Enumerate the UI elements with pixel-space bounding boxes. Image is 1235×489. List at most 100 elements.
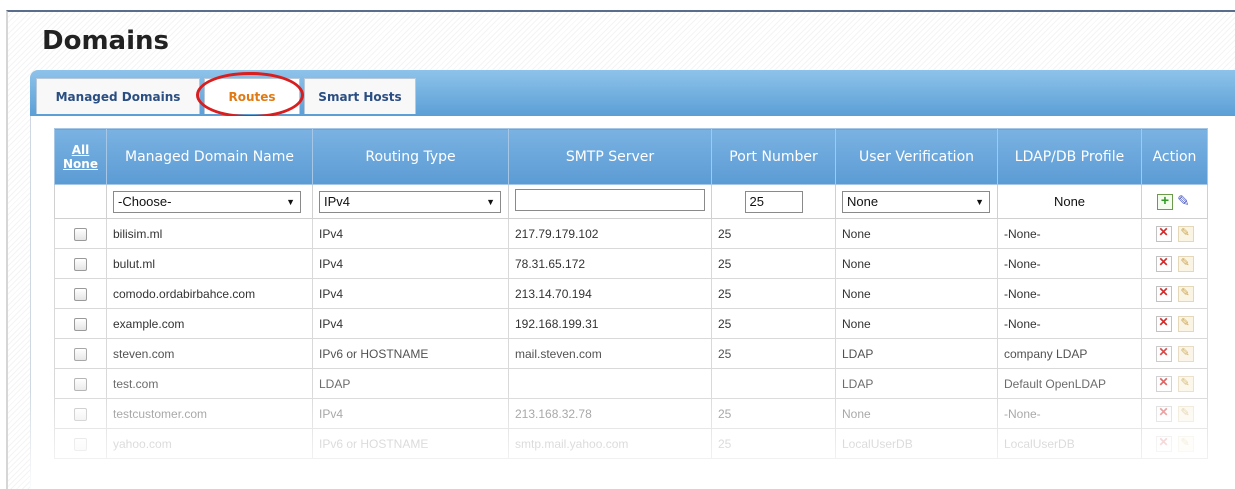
ldap-profile-cell: Default OpenLDAP [997,368,1142,399]
port-cell: 25 [711,338,836,369]
row-action-cell [1141,338,1208,369]
delete-icon[interactable] [1155,375,1172,392]
row-checkbox[interactable] [74,377,87,391]
port-cell: 25 [711,278,836,309]
delete-icon[interactable] [1155,435,1172,452]
column-header-ldap-profile[interactable]: LDAP/DB Profile [997,128,1142,185]
column-header-smtp-server[interactable]: SMTP Server [508,128,712,185]
domain-cell: comodo.ordabirbahce.com [106,278,313,309]
smtp-server-cell: 213.168.32.78 [508,398,712,429]
domain-select[interactable]: -Choose- ▼ [113,190,301,213]
ldap-profile-cell: -None- [997,278,1142,309]
row-checkbox-cell [54,218,107,249]
add-route-icon[interactable] [1156,192,1173,210]
tab-smart-hosts[interactable]: Smart Hosts [304,78,416,114]
routing-type-cell: LDAP [312,368,509,399]
row-checkbox[interactable] [74,317,87,331]
port-cell: 25 [711,248,836,279]
column-header-user-verification[interactable]: User Verification [835,128,998,185]
table-row: test.com LDAP LDAP Default OpenLDAP [54,368,1208,399]
row-action-cell [1141,368,1208,399]
smtp-server-cell: smtp.mail.yahoo.com [508,428,712,459]
row-checkbox[interactable] [74,287,87,301]
port-cell [711,368,836,399]
edit-icon[interactable] [1177,435,1194,452]
select-all-link[interactable]: All [59,143,102,157]
table-row: steven.com IPv6 or HOSTNAME mail.steven.co… [54,338,1208,369]
domain-cell: bilisim.ml [106,218,313,249]
user-verification-cell: None [835,398,998,429]
ldap-profile-cell: -None- [997,398,1142,429]
port-cell: 25 [711,428,836,459]
domain-select-value: -Choose- [118,193,172,209]
delete-icon[interactable] [1155,405,1172,422]
row-action-cell [1141,218,1208,249]
smtp-server-cell [508,368,712,399]
row-checkbox[interactable] [74,437,87,451]
domain-cell: steven.com [106,338,313,369]
edit-icon[interactable] [1177,375,1194,392]
edit-icon[interactable] [1177,315,1194,332]
edit-icon[interactable] [1177,255,1194,272]
row-action-cell [1141,248,1208,279]
domain-cell: bulut.ml [106,248,313,279]
row-checkbox-cell [54,398,107,429]
routing-type-select[interactable]: IPv4 ▼ [319,190,501,213]
port-number-input[interactable]: 25 [744,190,803,213]
routes-tab-highlight-circle [196,72,304,118]
row-action-cell [1141,308,1208,339]
select-none-link[interactable]: None [59,157,102,171]
table-row: bulut.ml IPv4 78.31.65.172 25 None -None- [54,248,1208,279]
row-action-cell [1141,278,1208,309]
column-header-domain[interactable]: Managed Domain Name [106,128,313,185]
row-checkbox[interactable] [74,347,87,361]
user-verification-cell: None [835,278,998,309]
smtp-server-cell: 217.79.179.102 [508,218,712,249]
delete-icon[interactable] [1155,315,1172,332]
filter-empty-cell [54,184,107,219]
pen-icon[interactable] [1176,192,1192,210]
edit-icon[interactable] [1177,405,1194,422]
edit-icon[interactable] [1177,345,1194,362]
filter-profile-cell: None [997,184,1142,219]
row-checkbox[interactable] [74,257,87,271]
smtp-server-input[interactable] [515,189,705,211]
user-verification-cell: LDAP [835,368,998,399]
smtp-server-cell: mail.steven.com [508,338,712,369]
filter-row: -Choose- ▼ IPv4 ▼ 25 None ▼ None + ✎ [54,184,1208,219]
smtp-server-cell: 78.31.65.172 [508,248,712,279]
delete-icon[interactable] [1155,285,1172,302]
row-checkbox[interactable] [74,407,87,421]
ldap-profile-cell: company LDAP [997,338,1142,369]
routing-type-cell: IPv6 or HOSTNAME [312,428,509,459]
delete-icon[interactable] [1155,255,1172,272]
delete-icon[interactable] [1155,225,1172,242]
chevron-down-icon: ▼ [286,196,295,207]
domain-cell: testcustomer.com [106,398,313,429]
row-checkbox-cell [54,278,107,309]
port-cell: 25 [711,398,836,429]
ldap-profile-cell: LocalUserDB [997,428,1142,459]
filter-domain-cell: -Choose- ▼ [106,184,313,219]
domain-cell: yahoo.com [106,428,313,459]
domain-cell: test.com [106,368,313,399]
tab-managed-domains[interactable]: Managed Domains [36,78,200,114]
routing-type-cell: IPv4 [312,218,509,249]
filter-port-cell: 25 [711,184,836,219]
filter-smtp-cell [508,184,712,219]
routing-type-select-value: IPv4 [324,193,351,209]
user-verification-select[interactable]: None ▼ [842,190,990,213]
ldap-profile-cell: -None- [997,308,1142,339]
edit-icon[interactable] [1177,225,1194,242]
column-header-port-number[interactable]: Port Number [711,128,836,185]
column-header-action: Action [1141,128,1208,185]
port-cell: 25 [711,218,836,249]
column-header-routing-type[interactable]: Routing Type [312,128,509,185]
user-verification-cell: None [835,218,998,249]
chevron-down-icon: ▼ [486,196,495,207]
row-checkbox-cell [54,368,107,399]
row-checkbox[interactable] [74,227,87,241]
routing-type-cell: IPv4 [312,398,509,429]
delete-icon[interactable] [1155,345,1172,362]
edit-icon[interactable] [1177,285,1194,302]
